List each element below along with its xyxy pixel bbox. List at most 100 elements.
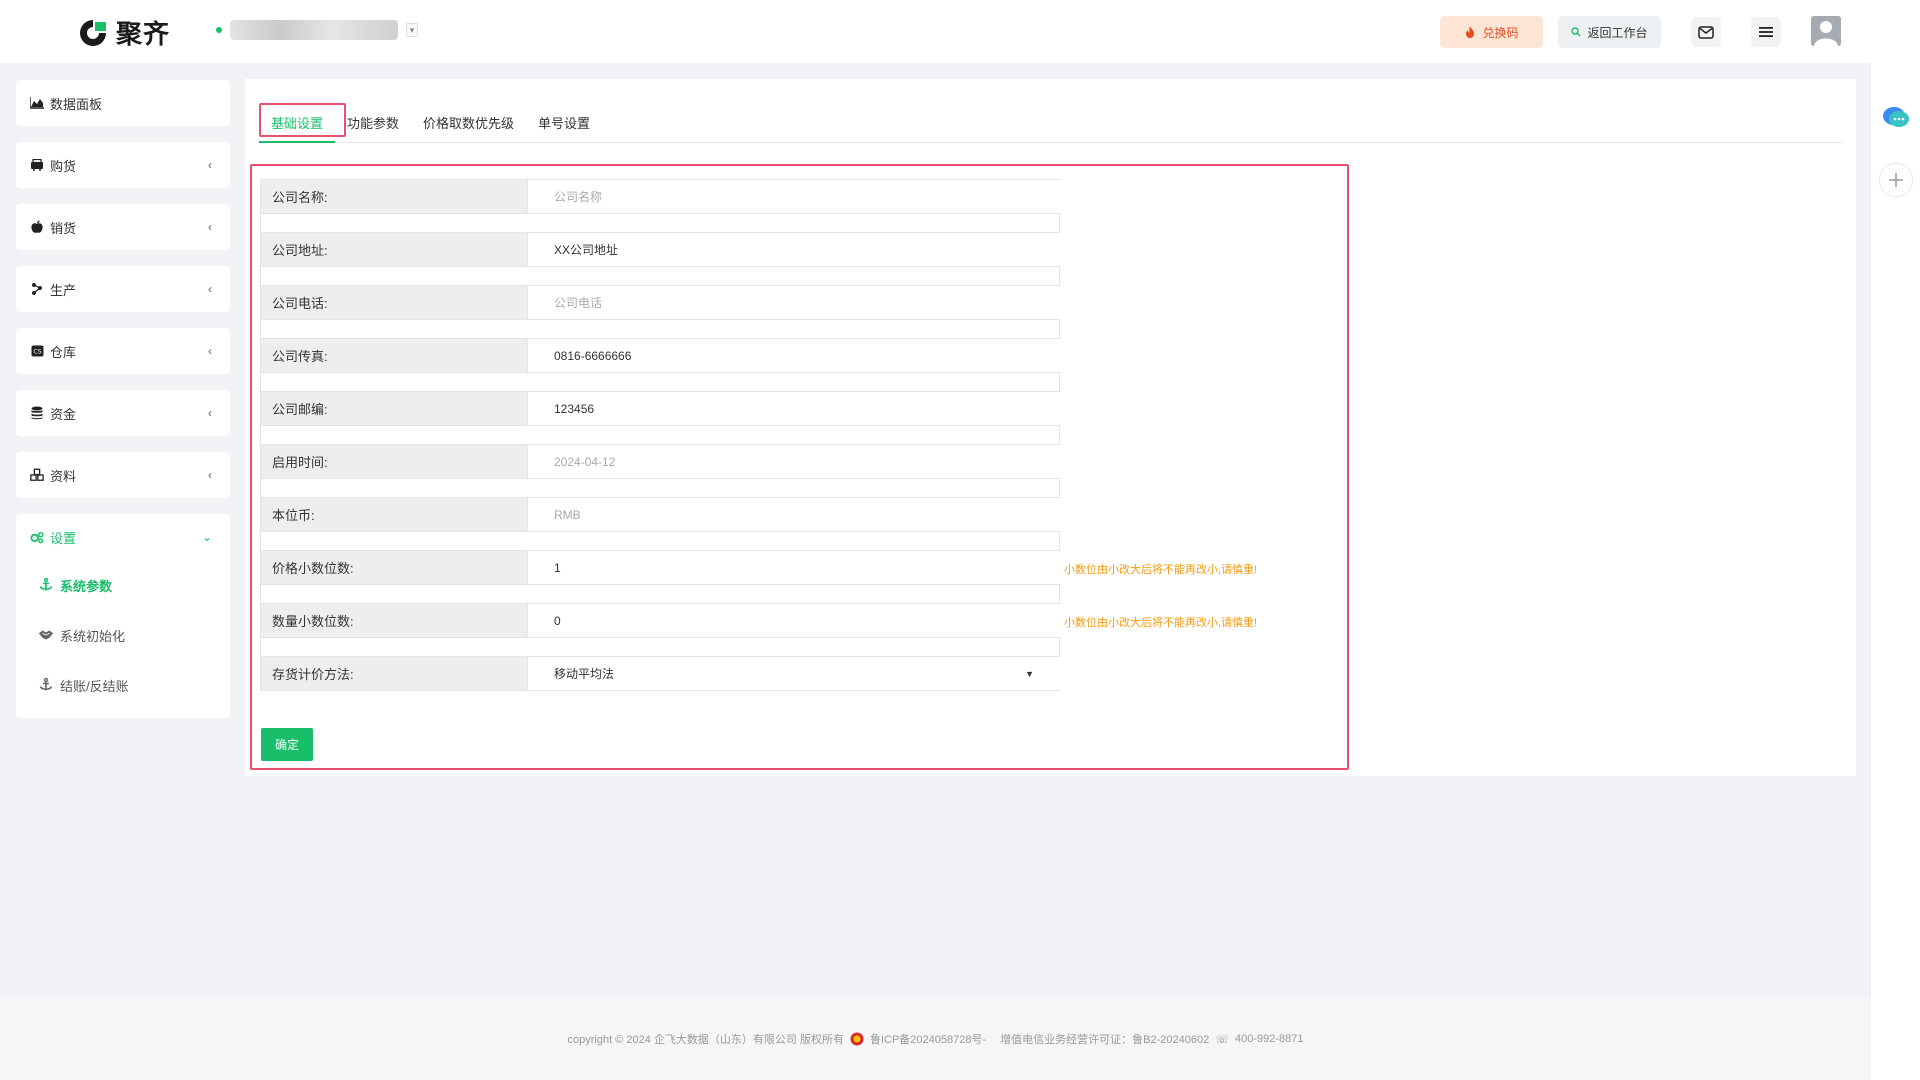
form-row-start-date: 启用时间: 2024-04-12 (260, 444, 1060, 497)
sidebar-item-label: 仓库 (50, 344, 77, 360)
sidebar-subitem-label: 系统参数 (60, 578, 113, 594)
sidebar-item-label: 数据面板 (50, 96, 103, 112)
menu-button[interactable] (1751, 17, 1781, 47)
sidebar-item-label: 资金 (50, 406, 77, 422)
logo-text: 聚齐 (116, 19, 171, 49)
user-avatar[interactable] (1811, 16, 1841, 46)
sidebar-subitem-closing[interactable]: 结账/反结账 (16, 660, 230, 710)
decimal-warning-text: 小数位由小改大后将不能再改小,请慎重! (1064, 564, 1258, 576)
sidebar-subitem-system-params[interactable]: 系统参数 (16, 560, 230, 610)
cubes-icon (30, 468, 44, 482)
sidebar-subitem-system-init[interactable]: 系统初始化 (16, 610, 230, 660)
field-label: 本位币: (261, 498, 527, 531)
row-spacer (261, 584, 1059, 604)
return-workbench-label: 返回工作台 (1587, 25, 1648, 40)
mail-button[interactable] (1691, 17, 1721, 47)
tab-price-priority[interactable]: 价格取数优先级 (411, 113, 526, 142)
sidebar-item-purchase[interactable]: 购货 ‹ (16, 142, 230, 188)
caret-down-icon[interactable]: ▾ (406, 23, 418, 37)
chat-button[interactable] (1879, 101, 1913, 135)
chevron-down-icon: ⌄ (201, 530, 212, 544)
fire-icon (1466, 25, 1475, 38)
user-silhouette-icon (1811, 16, 1841, 46)
phone-icon: ☏ (1215, 1033, 1229, 1046)
search-icon (1571, 27, 1581, 37)
chevron-left-icon: ‹ (208, 158, 212, 172)
confirm-button[interactable]: 确定 (261, 728, 313, 761)
field-label: 公司地址: (261, 233, 527, 266)
mail-icon (1698, 25, 1714, 39)
app-logo[interactable]: 聚齐 (78, 14, 170, 51)
cart-icon (30, 158, 44, 172)
sidebar-item-funds[interactable]: 资金 ‹ (16, 390, 230, 436)
logo-mark-icon (80, 19, 106, 46)
row-spacer (261, 266, 1059, 286)
anchor-icon (38, 577, 54, 593)
sidebar-subitem-label: 系统初始化 (60, 628, 126, 644)
sidebar-item-label: 销货 (50, 220, 77, 236)
tab-basic-settings[interactable]: 基础设置 (259, 113, 336, 143)
chevron-left-icon: ‹ (208, 344, 212, 358)
redeem-code-button[interactable]: 兑换码 (1440, 16, 1543, 48)
tab-function-params[interactable]: 功能参数 (335, 113, 411, 142)
caret-down-icon: ▼ (1025, 668, 1034, 679)
svg-text:CS: CS (33, 349, 41, 356)
sidebar-item-label: 资料 (50, 468, 77, 484)
field-label: 公司电话: (261, 286, 527, 319)
sidebar-item-production[interactable]: 生产 ‹ (16, 266, 230, 312)
base-currency-input[interactable]: RMB (527, 498, 1060, 531)
row-spacer (261, 372, 1059, 392)
license-text: 增值电信业务经营许可证：鲁B2-20240602 (1000, 1034, 1210, 1046)
quantity-decimals-input[interactable]: 0 (527, 604, 1060, 637)
company-fax-input[interactable]: 0816-6666666 (527, 339, 1060, 372)
database-icon (30, 406, 44, 420)
form-row-price-decimals: 价格小数位数: 1 小数位由小改大后将不能再改小,请慎重! (260, 550, 1257, 604)
company-phone-input[interactable]: 公司电话 (527, 286, 1060, 319)
company-switcher[interactable]: ▾ (216, 20, 418, 40)
sidebar-subitem-label: 结账/反结账 (60, 678, 129, 694)
start-date-input[interactable]: 2024-04-12 (527, 445, 1060, 478)
sidebar-item-label: 设置 (50, 530, 77, 546)
warehouse-icon: CS (30, 344, 44, 358)
icp-link[interactable]: 鲁ICP备2024058728号- (870, 1031, 986, 1047)
return-workbench-button[interactable]: 返回工作台 (1558, 16, 1661, 48)
sidebar-item-dashboard[interactable]: 数据面板 (16, 80, 230, 126)
sidebar-item-settings[interactable]: 设置 ⌄ (16, 514, 230, 560)
field-label: 数量小数位数: (261, 604, 527, 637)
valuation-method-select[interactable]: 移动平均法 ▼ (527, 657, 1060, 690)
copyright-text: copyright © 2024 企飞大数据（山东）有限公司 版权所有 (567, 1034, 844, 1046)
company-name-input[interactable]: 公司名称 (527, 180, 1060, 213)
chevron-left-icon: ‹ (208, 468, 212, 482)
sidebar-item-sales[interactable]: 销货 ‹ (16, 204, 230, 250)
sidebar-item-label: 购货 (50, 158, 77, 174)
field-label: 公司名称: (261, 180, 527, 213)
row-spacer (261, 213, 1059, 233)
apple-icon (30, 220, 44, 234)
anchor-icon (38, 677, 54, 693)
postal-code-input[interactable]: 123456 (527, 392, 1060, 425)
basic-settings-form: 公司名称: 公司名称 公司地址: XX公司地址 公司电话: 公司电话 公司传真:… (260, 179, 1257, 691)
redeem-code-label: 兑换码 (1482, 25, 1519, 40)
sidebar-group-settings: 设置 ⌄ 系统参数 系统初始化 结账/反结账 (16, 514, 230, 718)
right-tool-rail (1871, 63, 1920, 1080)
row-spacer (261, 478, 1059, 498)
form-row-base-currency: 本位币: RMB (260, 497, 1060, 550)
row-spacer (261, 319, 1059, 339)
form-row-valuation-method: 存货计价方法: 移动平均法 ▼ (260, 656, 1060, 691)
sidebar-nav: 数据面板 购货 ‹ 销货 ‹ 生产 ‹ CS 仓库 ‹ 资金 ‹ 资料 ‹ 设置… (16, 80, 230, 718)
sidebar-item-label: 生产 (50, 282, 77, 298)
row-spacer (261, 531, 1059, 551)
add-button[interactable] (1879, 163, 1913, 197)
chat-bubble-icon (1883, 107, 1909, 127)
sidebar-item-warehouse[interactable]: CS 仓库 ‹ (16, 328, 230, 374)
company-address-input[interactable]: XX公司地址 (527, 233, 1060, 266)
hamburger-menu-icon (1759, 27, 1773, 37)
tab-number-settings[interactable]: 单号设置 (526, 113, 602, 142)
price-decimals-input[interactable]: 1 (527, 551, 1060, 584)
field-label: 启用时间: (261, 445, 527, 478)
field-label: 公司传真: (261, 339, 527, 372)
chevron-left-icon: ‹ (208, 406, 212, 420)
sidebar-item-materials[interactable]: 资料 ‹ (16, 452, 230, 498)
valuation-method-value: 移动平均法 (554, 667, 615, 681)
decimal-warning-text: 小数位由小改大后将不能再改小,请慎重! (1064, 617, 1258, 629)
